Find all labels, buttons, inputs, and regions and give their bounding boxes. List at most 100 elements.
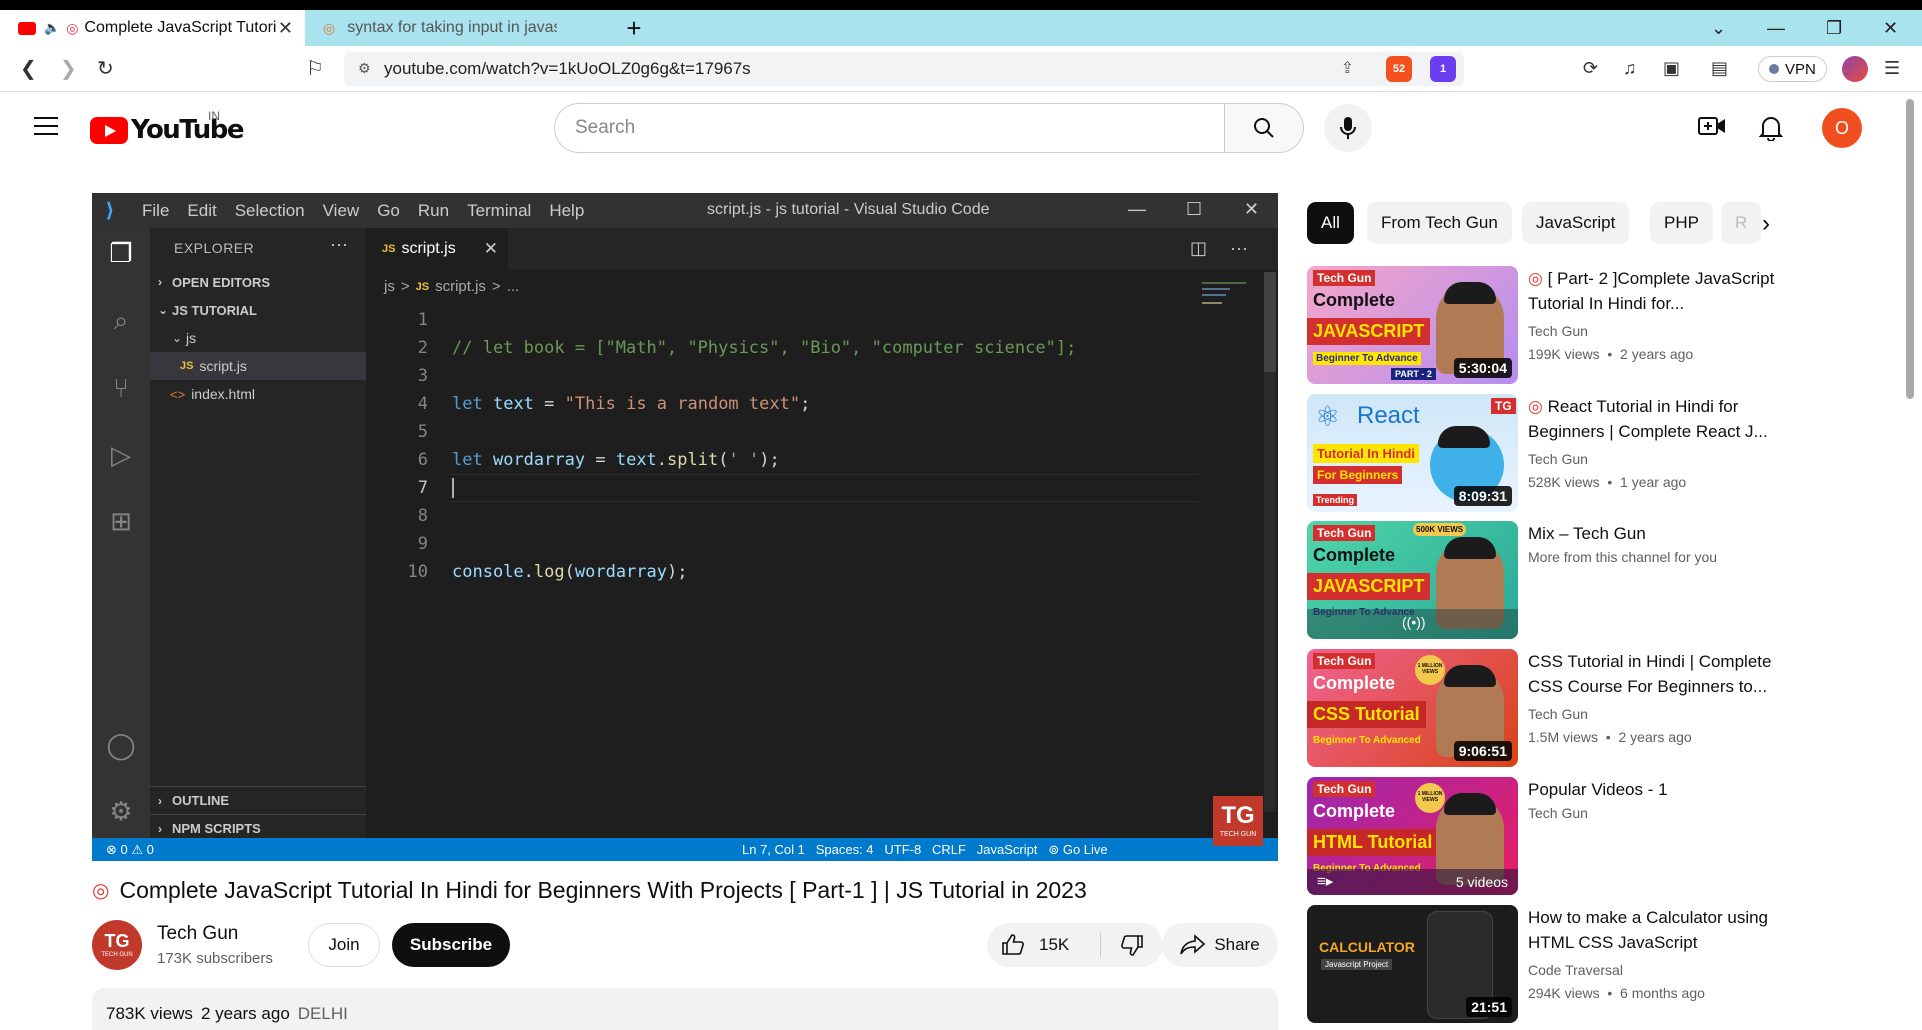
vpn-button[interactable]: VPN xyxy=(1758,56,1827,82)
like-button[interactable]: 15K xyxy=(987,923,1100,967)
dislike-button[interactable] xyxy=(1101,923,1163,967)
vscode-window-title: script.js - js tutorial - Visual Studio … xyxy=(707,201,990,218)
voice-search-button[interactable] xyxy=(1324,104,1372,152)
url-bar[interactable]: ⚙ youtube.com/watch?v=1kUoOLZ0g6g&t=1796… xyxy=(344,52,1464,86)
recommendation-item[interactable]: Tech Gun Complete CSS Tutorial Beginner … xyxy=(1307,649,1797,767)
rec-channel[interactable]: Tech Gun xyxy=(1528,706,1588,722)
recommendation-item[interactable]: Tech Gun Complete JAVASCRIPT Beginner To… xyxy=(1307,521,1797,639)
thumb-line2: Tutorial In Hindi xyxy=(1313,444,1419,463)
guide-menu-icon[interactable] xyxy=(34,117,58,135)
chip-partial[interactable]: R xyxy=(1721,202,1762,244)
chip-next-chevron-icon[interactable]: › xyxy=(1762,210,1770,238)
rec-channel[interactable]: Tech Gun xyxy=(1528,805,1588,821)
subscribe-button[interactable]: Subscribe xyxy=(392,923,510,967)
rec-title[interactable]: Mix – Tech Gun xyxy=(1528,521,1788,546)
vscode-activity-bar: ❐ ⌕ ⑂ ▷ ⊞ ◯ ⚙ xyxy=(92,228,150,838)
search-input[interactable]: Search xyxy=(554,103,1225,153)
audio-playing-icon[interactable]: 🔈 xyxy=(44,20,60,36)
youtube-logo[interactable]: YouTube xyxy=(90,115,244,145)
channel-avatar[interactable]: TG TECH GUN xyxy=(92,920,142,970)
vpn-label: VPN xyxy=(1785,60,1816,78)
create-video-icon[interactable] xyxy=(1698,115,1726,143)
playlist-thumbnail[interactable]: Tech Gun Complete HTML Tutorial Beginner… xyxy=(1307,777,1518,895)
rec-title[interactable]: How to make a Calculator using HTML CSS … xyxy=(1528,905,1788,955)
search-icon xyxy=(1254,118,1274,138)
vscode-close-icon: ✕ xyxy=(1244,199,1260,219)
recommendation-item[interactable]: CALCULATOR Javascript Project 21:51 How … xyxy=(1307,905,1797,1023)
js-file-icon: JS xyxy=(382,243,396,255)
rec-channel[interactable]: Tech Gun xyxy=(1528,323,1588,339)
menu-terminal: Terminal xyxy=(467,200,532,220)
rec-title[interactable]: ◎ React Tutorial in Hindi for Beginners … xyxy=(1528,394,1788,444)
like-dislike-group: 15K xyxy=(987,923,1163,967)
chip-all[interactable]: All xyxy=(1307,202,1354,244)
leo-ai-icon[interactable]: ⟳ xyxy=(1583,58,1598,79)
video-thumbnail[interactable]: Tech Gun Complete CSS Tutorial Beginner … xyxy=(1307,649,1518,767)
rec-channel[interactable]: Tech Gun xyxy=(1528,451,1588,467)
media-music-icon[interactable]: ♫ xyxy=(1623,58,1637,79)
video-duration: 21:51 xyxy=(1466,997,1512,1017)
thumb-badge: 500K VIEWS xyxy=(1413,523,1467,536)
reload-icon[interactable]: ↻ xyxy=(97,56,114,81)
share-button[interactable]: Share xyxy=(1162,923,1278,967)
tab-syntax[interactable]: ◎ syntax for taking input in javascript … xyxy=(305,10,610,46)
minimize-icon[interactable]: — xyxy=(1767,10,1785,46)
video-thumbnail[interactable]: React ⚛ TG Tutorial In Hindi For Beginne… xyxy=(1307,394,1518,512)
video-thumbnail[interactable]: Tech Gun Complete JAVASCRIPT Beginner To… xyxy=(1307,266,1518,384)
video-player[interactable]: ⟩ File Edit Selection View Go Run Termin… xyxy=(92,193,1278,861)
explorer-files-icon: ❐ xyxy=(109,237,133,268)
target-emoji-icon: ◎ xyxy=(66,19,79,36)
restore-icon[interactable]: ❐ xyxy=(1826,10,1842,46)
thumb-badge: Trending xyxy=(1313,494,1357,506)
back-icon[interactable]: ❮ xyxy=(20,56,37,81)
forward-icon[interactable]: ❯ xyxy=(60,56,77,81)
sidebar-toggle-icon[interactable]: ▣ xyxy=(1663,58,1680,79)
rec-title[interactable]: Popular Videos - 1 xyxy=(1528,777,1788,802)
rec-channel[interactable]: Code Traversal xyxy=(1528,962,1623,978)
menu-icon[interactable]: ☰ xyxy=(1884,58,1900,79)
share-page-icon[interactable]: ⇪ xyxy=(1341,58,1354,78)
chip-javascript[interactable]: JavaScript xyxy=(1522,202,1630,244)
channel-name[interactable]: Tech Gun xyxy=(157,923,238,945)
chip-php[interactable]: PHP xyxy=(1650,202,1713,244)
thumb-line1: React xyxy=(1357,402,1420,429)
new-tab-button[interactable]: + xyxy=(620,10,648,46)
mix-radio-icon: ((•)) xyxy=(1402,614,1426,630)
share-label: Share xyxy=(1214,935,1260,954)
thumb-line3: For Beginners xyxy=(1313,466,1403,484)
vscode-minimize-icon: — xyxy=(1128,199,1146,219)
rec-title[interactable]: CSS Tutorial in Hindi | Complete CSS Cou… xyxy=(1528,649,1788,699)
chip-from-tech-gun[interactable]: From Tech Gun xyxy=(1367,202,1512,244)
brave-rewards-icon[interactable]: 1 xyxy=(1430,56,1456,82)
address-toolbar: ❮ ❯ ↻ ⚐ ⚙ youtube.com/watch?v=1kUoOLZ0g6… xyxy=(0,46,1922,92)
notifications-bell-icon[interactable] xyxy=(1758,115,1784,147)
mix-thumbnail[interactable]: Tech Gun Complete JAVASCRIPT Beginner To… xyxy=(1307,521,1518,639)
page-scrollbar[interactable] xyxy=(1904,93,1916,1030)
profile-icon[interactable] xyxy=(1842,56,1868,82)
rec-title[interactable]: ◎ [ Part- 2 ]Complete JavaScript Tutoria… xyxy=(1528,266,1788,316)
close-window-icon[interactable]: ✕ xyxy=(1883,10,1898,46)
code-line: 2 // let book = ["Math", "Physics", "Bio"… xyxy=(366,334,1278,362)
description-box[interactable]: 783K views 2 years ago DELHI xyxy=(92,988,1278,1030)
rec-meta: 199K views • 2 years ago xyxy=(1528,346,1694,362)
video-duration: 5:30:04 xyxy=(1453,358,1512,378)
join-button[interactable]: Join xyxy=(308,923,380,967)
bookmark-icon[interactable]: ⚐ xyxy=(306,56,324,81)
tab-search-chevron-icon[interactable]: ⌄ xyxy=(1711,10,1726,46)
close-tab-icon[interactable]: ✕ xyxy=(278,18,293,39)
recommendation-item[interactable]: Tech Gun Complete JAVASCRIPT Beginner To… xyxy=(1307,266,1797,384)
tab-youtube[interactable]: 🔈 ◎ Complete JavaScript Tutori ✕ xyxy=(0,10,305,46)
brave-shields-icon[interactable]: 52 xyxy=(1386,56,1412,82)
thumb-tag: TG xyxy=(1491,398,1516,414)
rec-title-text: [ Part- 2 ]Complete JavaScript Tutorial … xyxy=(1528,269,1775,313)
thumb-line2: Javascript Project xyxy=(1321,959,1393,970)
account-avatar[interactable]: O xyxy=(1822,108,1862,148)
recommendation-item[interactable]: React ⚛ TG Tutorial In Hindi For Beginne… xyxy=(1307,394,1797,512)
thumb-tag: Tech Gun xyxy=(1313,270,1376,286)
search-button[interactable] xyxy=(1224,103,1304,153)
recommendation-item[interactable]: Tech Gun Complete HTML Tutorial Beginner… xyxy=(1307,777,1797,895)
site-info-icon[interactable]: ⚙ xyxy=(358,60,371,77)
filter-chips: All From Tech Gun JavaScript PHP R xyxy=(1307,202,1787,244)
video-thumbnail[interactable]: CALCULATOR Javascript Project 21:51 xyxy=(1307,905,1518,1023)
wallet-icon[interactable]: ▤ xyxy=(1711,58,1728,79)
